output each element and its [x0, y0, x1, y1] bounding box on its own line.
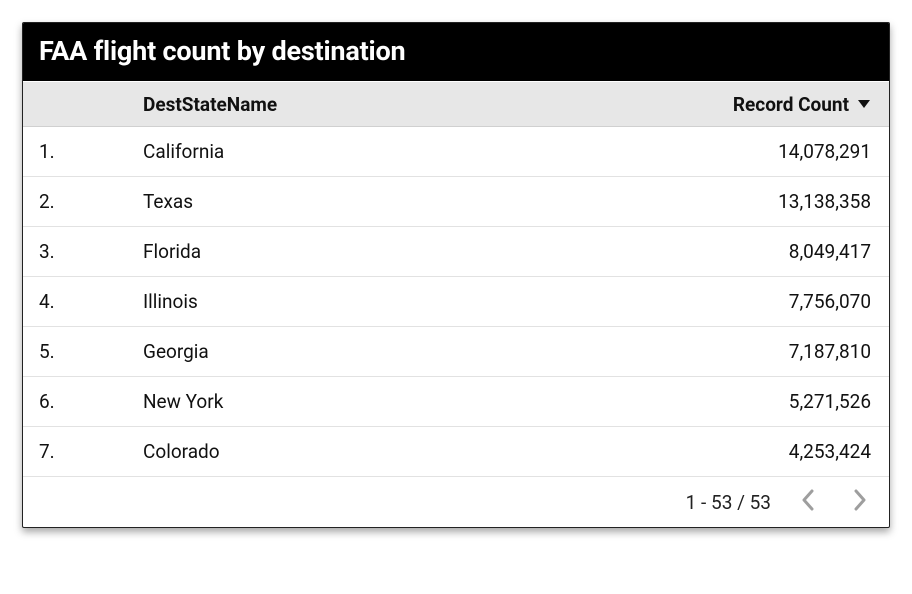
row-index: 6.	[23, 390, 143, 413]
prev-page-button[interactable]	[797, 491, 819, 513]
row-deststatename: Florida	[143, 240, 789, 263]
chevron-right-icon	[853, 489, 867, 516]
row-deststatename: Texas	[143, 190, 778, 213]
table-row: 7. Colorado 4,253,424	[23, 427, 889, 477]
row-index: 1.	[23, 140, 143, 163]
row-recordcount: 7,187,810	[789, 340, 871, 363]
table-footer: 1 - 53 / 53	[23, 477, 889, 527]
column-header-deststatename[interactable]: DestStateName	[143, 93, 733, 116]
chevron-left-icon	[801, 489, 815, 516]
row-deststatename: California	[143, 140, 778, 163]
row-deststatename: Georgia	[143, 340, 789, 363]
row-deststatename: New York	[143, 390, 789, 413]
table-row: 4. Illinois 7,756,070	[23, 277, 889, 327]
row-recordcount: 13,138,358	[778, 190, 871, 213]
table-row: 5. Georgia 7,187,810	[23, 327, 889, 377]
pagination-range: 1 - 53 / 53	[686, 491, 771, 514]
table-header-row: DestStateName Record Count	[23, 81, 889, 127]
column-header-recordcount[interactable]: Record Count	[733, 93, 871, 116]
sort-desc-icon	[857, 99, 871, 109]
row-recordcount: 8,049,417	[789, 240, 871, 263]
row-index: 5.	[23, 340, 143, 363]
row-recordcount: 7,756,070	[789, 290, 871, 313]
table-row: 1. California 14,078,291	[23, 127, 889, 177]
row-index: 7.	[23, 440, 143, 463]
card-title: FAA flight count by destination	[23, 23, 889, 81]
row-deststatename: Illinois	[143, 290, 789, 313]
row-recordcount: 14,078,291	[778, 140, 871, 163]
table-row: 3. Florida 8,049,417	[23, 227, 889, 277]
column-header-recordcount-label: Record Count	[733, 93, 849, 116]
row-index: 4.	[23, 290, 143, 313]
data-table-card: FAA flight count by destination DestStat…	[22, 22, 890, 528]
table-row: 2. Texas 13,138,358	[23, 177, 889, 227]
next-page-button[interactable]	[849, 491, 871, 513]
row-index: 2.	[23, 190, 143, 213]
row-recordcount: 5,271,526	[789, 390, 871, 413]
table-body: 1. California 14,078,291 2. Texas 13,138…	[23, 127, 889, 477]
row-index: 3.	[23, 240, 143, 263]
table-row: 6. New York 5,271,526	[23, 377, 889, 427]
row-deststatename: Colorado	[143, 440, 789, 463]
row-recordcount: 4,253,424	[789, 440, 871, 463]
